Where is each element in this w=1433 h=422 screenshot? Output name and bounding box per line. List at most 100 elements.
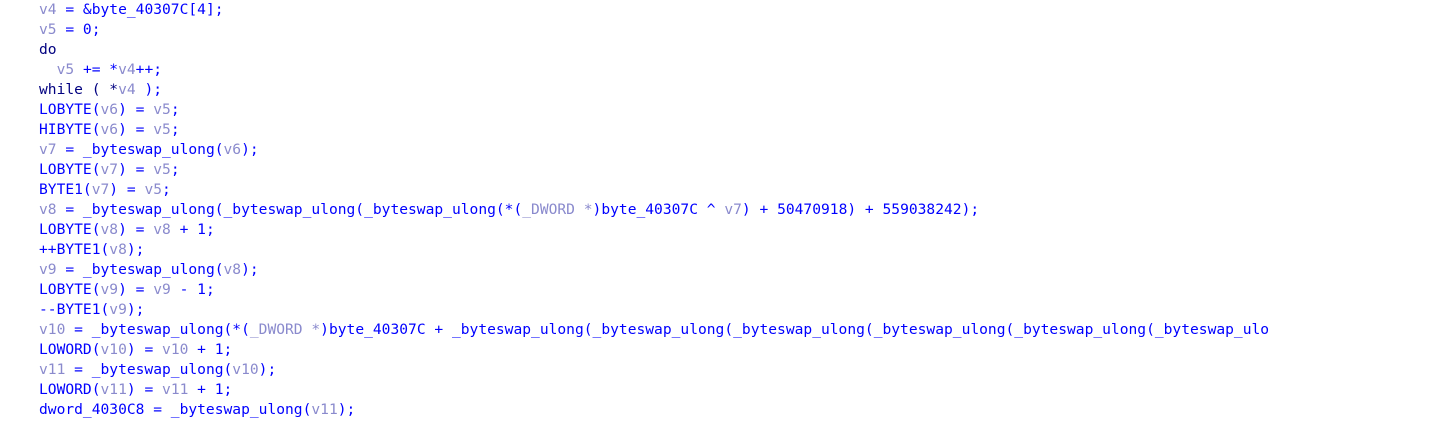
code-line[interactable]: LOWORD(v11) = v11 + 1; — [39, 380, 1269, 400]
local-variable-token[interactable]: v7 — [39, 141, 57, 158]
code-line[interactable]: v5 += *v4++; — [39, 60, 1269, 80]
local-variable-token[interactable]: v5 — [153, 101, 171, 118]
code-token: ); — [241, 141, 259, 158]
code-line[interactable]: do — [39, 40, 1269, 60]
code-token: = _byteswap_ulong(_byteswap_ulong(_bytes… — [56, 201, 523, 218]
local-variable-token[interactable]: v7 — [724, 201, 742, 218]
local-variable-token[interactable]: v6 — [101, 121, 119, 138]
pseudocode-view[interactable]: v4 = &byte_40307C[4]; v5 = 0; do v5 += *v4… — [0, 0, 1433, 422]
local-variable-token[interactable]: v8 — [39, 201, 57, 218]
local-variable-token[interactable]: v10 — [232, 361, 258, 378]
local-variable-token[interactable]: v4 — [118, 81, 136, 98]
code-token: LOBYTE( — [39, 101, 101, 118]
code-token: ); — [337, 401, 356, 418]
local-variable-token[interactable]: v6 — [101, 101, 119, 118]
code-token: LOWORD( — [39, 341, 101, 358]
code-token: )byte_40307C + _byteswap_ulong(_byteswap… — [320, 321, 1270, 338]
local-variable-token[interactable]: v8 — [109, 241, 127, 258]
code-line[interactable]: LOBYTE(v9) = v9 - 1; — [39, 280, 1269, 300]
local-variable-token[interactable]: v5 — [153, 121, 171, 138]
local-variable-token[interactable]: v11 — [162, 381, 188, 398]
local-variable-token[interactable]: v7 — [92, 181, 110, 198]
code-token: ); — [258, 361, 277, 378]
code-line[interactable]: LOWORD(v10) = v10 + 1; — [39, 340, 1269, 360]
pseudocode-lines: v4 = &byte_40307C[4]; v5 = 0; do v5 += *v4… — [39, 0, 1269, 420]
code-line[interactable]: --BYTE1(v9); — [39, 300, 1269, 320]
code-token: ; — [170, 121, 180, 138]
code-token: + 1; — [188, 341, 233, 358]
code-token: LOBYTE( — [39, 281, 101, 298]
type-cast-token: _DWORD * — [522, 201, 593, 218]
code-line[interactable]: v9 = _byteswap_ulong(v8); — [39, 260, 1269, 280]
code-token: += * — [74, 61, 119, 78]
local-variable-token[interactable]: v11 — [311, 401, 337, 418]
code-token: ++BYTE1( — [39, 241, 110, 258]
code-token: = &byte_40307C[4]; — [56, 1, 224, 18]
code-token: + 1; — [188, 381, 233, 398]
local-variable-token[interactable]: v6 — [224, 141, 242, 158]
local-variable-token[interactable]: v11 — [39, 361, 65, 378]
code-token: = 0; — [56, 21, 101, 38]
code-token: + 1; — [170, 221, 215, 238]
code-line[interactable]: ++BYTE1(v8); — [39, 240, 1269, 260]
code-token: ); — [135, 81, 163, 98]
local-variable-token[interactable]: v5 — [144, 181, 162, 198]
code-token: = _byteswap_ulong( — [56, 141, 224, 158]
local-variable-token[interactable]: v9 — [153, 281, 171, 298]
code-token: ; — [162, 181, 171, 198]
type-cast-token: _DWORD * — [249, 321, 321, 338]
code-line[interactable]: while ( *v4 ); — [39, 80, 1269, 100]
code-token: LOWORD( — [39, 381, 101, 398]
local-variable-token[interactable]: v5 — [57, 61, 75, 78]
local-variable-token[interactable]: v7 — [101, 161, 119, 178]
local-variable-token[interactable]: v9 — [101, 281, 119, 298]
code-line[interactable]: v4 = &byte_40307C[4]; — [39, 0, 1269, 20]
code-token: )byte_40307C ^ — [592, 201, 725, 218]
local-variable-token[interactable]: v4 — [118, 61, 136, 78]
local-variable-token[interactable]: v5 — [39, 21, 57, 38]
code-token: ) + 50470918) + 559038242); — [741, 201, 980, 218]
keyword-token: do — [39, 41, 57, 58]
local-variable-token[interactable]: v9 — [109, 301, 127, 318]
code-line[interactable]: LOBYTE(v8) = v8 + 1; — [39, 220, 1269, 240]
code-line[interactable]: HIBYTE(v6) = v5; — [39, 120, 1269, 140]
local-variable-token[interactable]: v10 — [39, 321, 65, 338]
code-line[interactable]: LOBYTE(v7) = v5; — [39, 160, 1269, 180]
local-variable-token[interactable]: v4 — [39, 1, 57, 18]
local-variable-token[interactable]: v10 — [162, 341, 188, 358]
code-line[interactable]: LOBYTE(v6) = v5; — [39, 100, 1269, 120]
code-token: --BYTE1( — [39, 301, 110, 318]
local-variable-token[interactable]: v8 — [101, 221, 119, 238]
local-variable-token[interactable]: v8 — [153, 221, 171, 238]
code-token: ) = — [118, 221, 154, 238]
code-token: ) = — [118, 161, 154, 178]
code-token: ) = — [126, 341, 163, 358]
code-token: ); — [126, 301, 145, 318]
code-line[interactable]: v7 = _byteswap_ulong(v6); — [39, 140, 1269, 160]
code-token: ++; — [135, 61, 163, 78]
code-line[interactable]: v10 = _byteswap_ulong(*(_DWORD *)byte_40… — [39, 320, 1269, 340]
code-token: ) = — [118, 101, 154, 118]
local-variable-token[interactable]: v5 — [153, 161, 171, 178]
code-token: ) = — [109, 181, 145, 198]
local-variable-token[interactable]: v11 — [101, 381, 127, 398]
code-token: ) = — [126, 381, 163, 398]
local-variable-token[interactable]: v8 — [224, 261, 242, 278]
code-token: dword_4030C8 = _byteswap_ulong( — [39, 401, 312, 418]
local-variable-token[interactable]: v9 — [39, 261, 57, 278]
code-line[interactable]: BYTE1(v7) = v5; — [39, 180, 1269, 200]
code-line[interactable]: dword_4030C8 = _byteswap_ulong(v11); — [39, 400, 1269, 420]
code-line[interactable]: v11 = _byteswap_ulong(v10); — [39, 360, 1269, 380]
code-line[interactable]: v8 = _byteswap_ulong(_byteswap_ulong(_by… — [39, 200, 1269, 220]
code-token: ) = — [118, 281, 154, 298]
code-token: ); — [126, 241, 145, 258]
code-line[interactable]: v5 = 0; — [39, 20, 1269, 40]
code-token: LOBYTE( — [39, 161, 101, 178]
code-token: BYTE1( — [39, 181, 92, 198]
keyword-token: while ( * — [39, 81, 119, 98]
local-variable-token[interactable]: v10 — [101, 341, 127, 358]
code-token: ) = — [118, 121, 154, 138]
code-token: HIBYTE( — [39, 121, 101, 138]
code-token: LOBYTE( — [39, 221, 101, 238]
